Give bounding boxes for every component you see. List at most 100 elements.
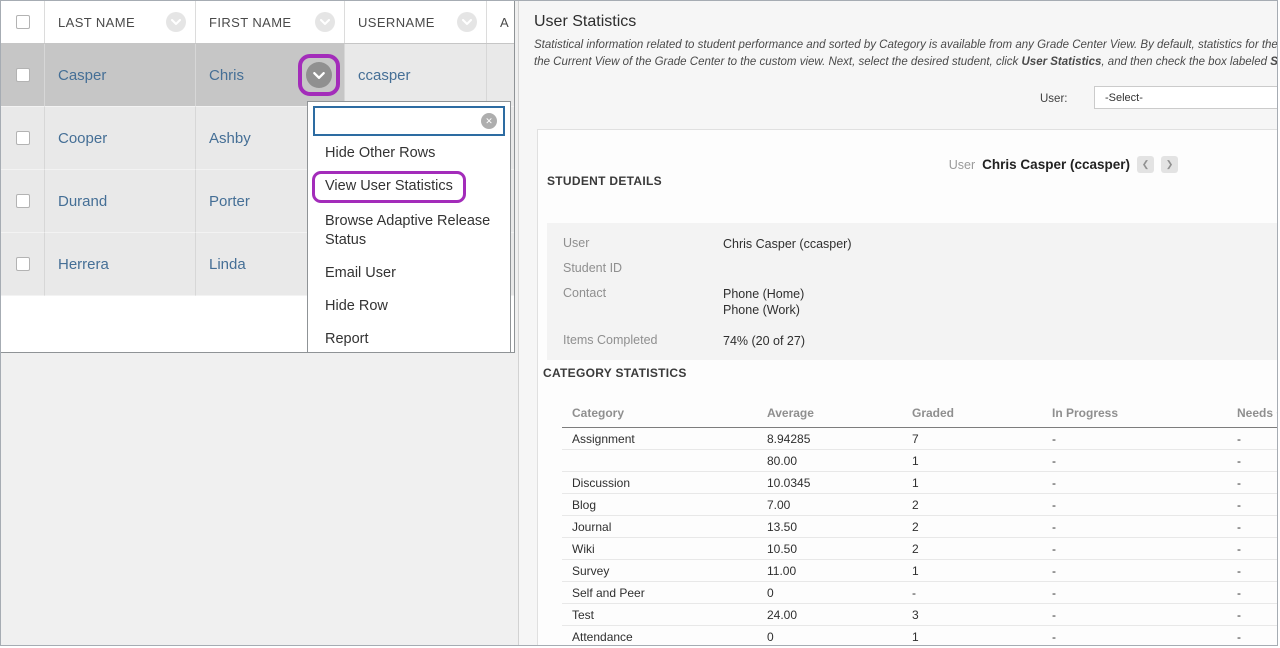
table-header-row: LAST NAME FIRST NAME USERNAME xyxy=(1,1,514,44)
page-description: Statistical information related to stude… xyxy=(534,37,1278,71)
student-details-heading: STUDENT DETAILS xyxy=(547,174,662,188)
column-menu-button[interactable] xyxy=(166,12,186,32)
stats-cell-needs-grading: - xyxy=(1237,450,1278,472)
stats-cell-category: Blog xyxy=(562,494,767,516)
chevron-left-icon: ❮ xyxy=(1142,159,1150,170)
menu-item-hide-row[interactable]: Hide Row xyxy=(325,297,493,316)
last-name-cell: Cooper xyxy=(45,107,196,170)
menu-item-view-user-statistics-wrap: View User Statistics xyxy=(325,171,493,203)
column-menu-button[interactable] xyxy=(315,12,335,32)
detail-value: Chris Casper (ccasper) xyxy=(723,236,852,252)
column-header-partial: A xyxy=(487,1,514,43)
menu-item-report[interactable]: Report xyxy=(325,330,493,349)
stats-cell-graded: - xyxy=(912,582,1052,604)
chevron-down-icon xyxy=(313,72,325,79)
next-user-button[interactable]: ❯ xyxy=(1161,156,1178,173)
stats-cell-graded: 1 xyxy=(912,626,1052,647)
grade-center-pane: LAST NAME FIRST NAME USERNAME xyxy=(1,1,518,645)
header-checkbox-cell xyxy=(1,1,45,43)
detail-label: Student ID xyxy=(563,261,723,275)
row-checkbox[interactable] xyxy=(16,68,30,82)
column-header-label: FIRST NAME xyxy=(209,15,292,30)
menu-item-hide-other-rows[interactable]: Hide Other Rows xyxy=(325,144,493,163)
stats-cell-needs-grading: - xyxy=(1237,494,1278,516)
stats-table-row: Self and Peer 0 - - - xyxy=(562,582,1278,604)
stats-cell-graded: 2 xyxy=(912,516,1052,538)
stats-cell-needs-grading: - xyxy=(1237,428,1278,450)
stats-cell-needs-grading: - xyxy=(1237,560,1278,582)
stats-cell-category: Wiki xyxy=(562,538,767,560)
row-checkbox[interactable] xyxy=(16,257,30,271)
previous-user-button[interactable]: ❮ xyxy=(1137,156,1154,173)
row-checkbox-cell xyxy=(1,170,45,233)
stats-col-needs-grading: Needs Grading xyxy=(1237,406,1278,428)
column-header-label: USERNAME xyxy=(358,15,435,30)
stats-cell-in-progress: - xyxy=(1052,626,1237,647)
stats-cell-average: 10.0345 xyxy=(767,472,912,494)
menu-item-email-user[interactable]: Email User xyxy=(325,264,493,283)
last-name-cell: Herrera xyxy=(45,233,196,296)
user-navigation: User Chris Casper (ccasper) ❮ ❯ xyxy=(538,156,1178,173)
clear-icon[interactable]: ✕ xyxy=(481,113,497,129)
category-statistics-heading: CATEGORY STATISTICS xyxy=(543,366,687,380)
detail-value: Phone (Home) Phone (Work) xyxy=(723,286,804,318)
column-header-label: A xyxy=(500,15,509,30)
stats-cell-in-progress: - xyxy=(1052,582,1237,604)
stats-table-row: Survey 11.00 1 - - xyxy=(562,560,1278,582)
row-checkbox-cell xyxy=(1,44,45,107)
page-title: User Statistics xyxy=(534,13,636,31)
stats-table-row: Wiki 10.50 2 - - xyxy=(562,538,1278,560)
stats-cell-graded: 1 xyxy=(912,472,1052,494)
detail-label: User xyxy=(563,236,723,252)
stats-cell-graded: 2 xyxy=(912,538,1052,560)
extra-cell xyxy=(487,44,514,107)
stats-table-row: Discussion 10.0345 1 - - xyxy=(562,472,1278,494)
row-checkbox[interactable] xyxy=(16,194,30,208)
stats-cell-average: 0 xyxy=(767,626,912,647)
stats-col-category: Category xyxy=(562,406,767,428)
menu-item-browse-adaptive-release-status[interactable]: Browse Adaptive Release Status xyxy=(325,212,493,250)
stats-col-average: Average xyxy=(767,406,912,428)
description-line2: the Current View of the Grade Center to … xyxy=(534,56,1278,68)
column-menu-button[interactable] xyxy=(457,12,477,32)
stats-cell-category xyxy=(562,450,767,472)
stats-table-row: Attendance 0 1 - - xyxy=(562,626,1278,647)
table-row-selected: Casper Chris ccasper xyxy=(1,44,514,107)
menu-item-view-user-statistics[interactable]: View User Statistics xyxy=(325,178,453,194)
chevron-down-icon xyxy=(320,19,330,25)
stats-cell-category: Test xyxy=(562,604,767,626)
menu-items: Hide Other Rows View User Statistics Bro… xyxy=(308,136,510,349)
stats-cell-average: 80.00 xyxy=(767,450,912,472)
stats-table-row: Journal 13.50 2 - - xyxy=(562,516,1278,538)
stats-cell-in-progress: - xyxy=(1052,538,1237,560)
menu-search-input[interactable] xyxy=(315,108,503,134)
stats-cell-category: Assignment xyxy=(562,428,767,450)
row-checkbox[interactable] xyxy=(16,131,30,145)
stats-table-row: Test 24.00 3 - - xyxy=(562,604,1278,626)
stats-cell-in-progress: - xyxy=(1052,516,1237,538)
stats-cell-average: 7.00 xyxy=(767,494,912,516)
stats-cell-needs-grading: - xyxy=(1237,516,1278,538)
column-header-last-name: LAST NAME xyxy=(45,1,196,43)
user-select-dropdown[interactable]: -Select- xyxy=(1094,86,1278,109)
stats-cell-average: 10.50 xyxy=(767,538,912,560)
description-line1: Statistical information related to stude… xyxy=(534,39,1278,51)
stats-cell-graded: 2 xyxy=(912,494,1052,516)
row-checkbox-cell xyxy=(1,107,45,170)
stats-cell-in-progress: - xyxy=(1052,494,1237,516)
column-header-label: LAST NAME xyxy=(58,15,135,30)
row-context-menu-button[interactable] xyxy=(306,62,332,88)
user-statistics-pane: User Statistics Statistical information … xyxy=(518,1,1278,645)
annotation-highlight-ring xyxy=(298,54,340,96)
stats-cell-average: 13.50 xyxy=(767,516,912,538)
stats-header-row: Category Average Graded In Progress Need… xyxy=(562,406,1278,428)
statistics-panel: User Chris Casper (ccasper) ❮ ❯ STUDENT … xyxy=(537,129,1278,646)
menu-search-box: ✕ xyxy=(313,106,505,136)
stats-table-row: 80.00 1 - - xyxy=(562,450,1278,472)
stats-cell-category: Self and Peer xyxy=(562,582,767,604)
chevron-down-icon xyxy=(462,19,472,25)
stats-cell-graded: 1 xyxy=(912,450,1052,472)
select-all-checkbox[interactable] xyxy=(16,15,30,29)
stats-cell-in-progress: - xyxy=(1052,604,1237,626)
stats-cell-needs-grading: - xyxy=(1237,604,1278,626)
